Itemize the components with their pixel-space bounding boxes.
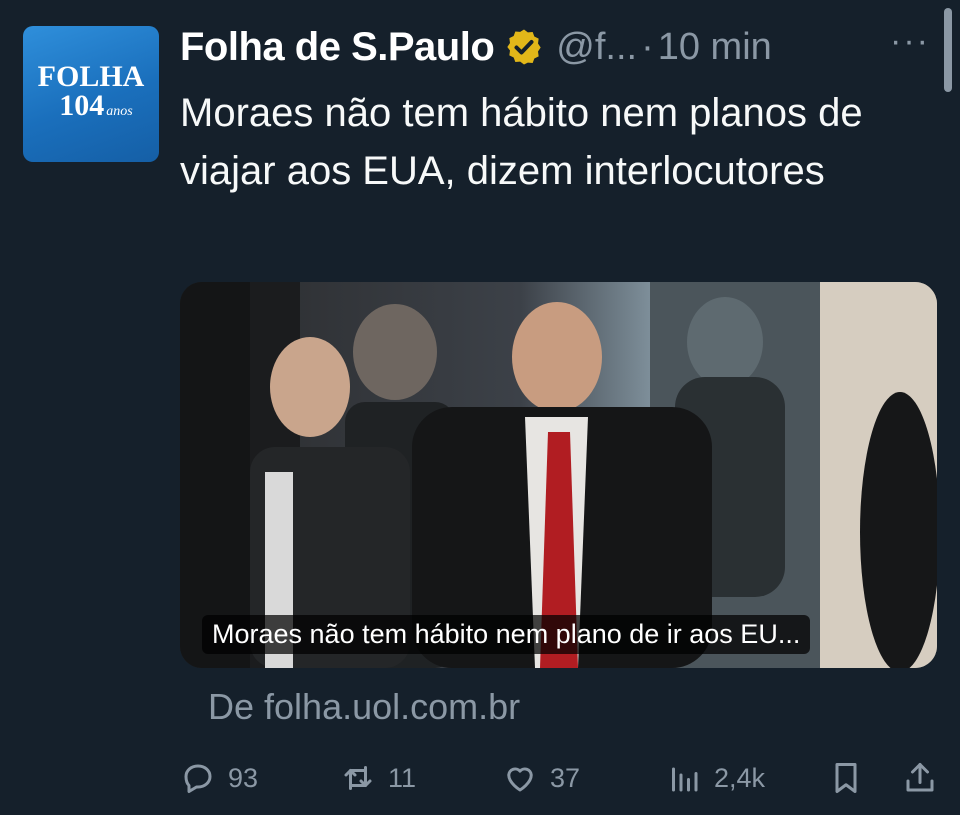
tweet-actions: 93 11 37 2,4k: [180, 750, 940, 806]
reply-count: 93: [228, 762, 259, 793]
avatar-brand: FOLHA: [37, 60, 145, 93]
link-card-media[interactable]: Moraes não tem hábito nem plano de ir ao…: [180, 282, 937, 668]
avatar-years-suffix: anos: [106, 104, 133, 119]
tweet-text: Moraes não tem hábito nem planos de viaj…: [180, 91, 863, 193]
retweet-count: 11: [388, 762, 417, 793]
more-options-icon[interactable]: ···: [890, 22, 930, 61]
retweet-button[interactable]: 11: [340, 750, 416, 806]
retweet-icon: [344, 766, 372, 790]
like-button[interactable]: 37: [502, 750, 580, 806]
bookmark-icon: [835, 763, 857, 793]
avatar-years: 104 anos: [59, 89, 133, 126]
avatar[interactable]: FOLHA 104 anos: [23, 26, 159, 162]
display-name[interactable]: Folha de S.Paulo: [180, 25, 495, 70]
link-card-caption: Moraes não tem hábito nem plano de ir ao…: [202, 615, 811, 654]
separator: ·: [641, 25, 654, 68]
like-count: 37: [550, 762, 581, 793]
reply-button[interactable]: 93: [180, 750, 258, 806]
timestamp[interactable]: 10 min: [658, 26, 772, 69]
avatar-years-number: 104: [59, 89, 105, 122]
views-button[interactable]: 2,4k: [666, 750, 765, 806]
view-count: 2,4k: [714, 762, 766, 793]
news-photo: [180, 282, 937, 668]
bookmark-button[interactable]: [828, 750, 876, 806]
scrollbar[interactable]: [944, 8, 952, 92]
share-button[interactable]: [902, 750, 950, 806]
verified-badge-icon: [507, 29, 541, 65]
reply-icon: [184, 764, 212, 793]
share-icon: [906, 763, 934, 792]
link-source[interactable]: De folha.uol.com.br: [208, 686, 520, 728]
tweet-header: Folha de S.Paulo @f... · 10 min: [180, 22, 910, 72]
like-icon: [507, 767, 533, 792]
views-icon: [672, 767, 698, 792]
handle[interactable]: @f...: [556, 26, 637, 69]
